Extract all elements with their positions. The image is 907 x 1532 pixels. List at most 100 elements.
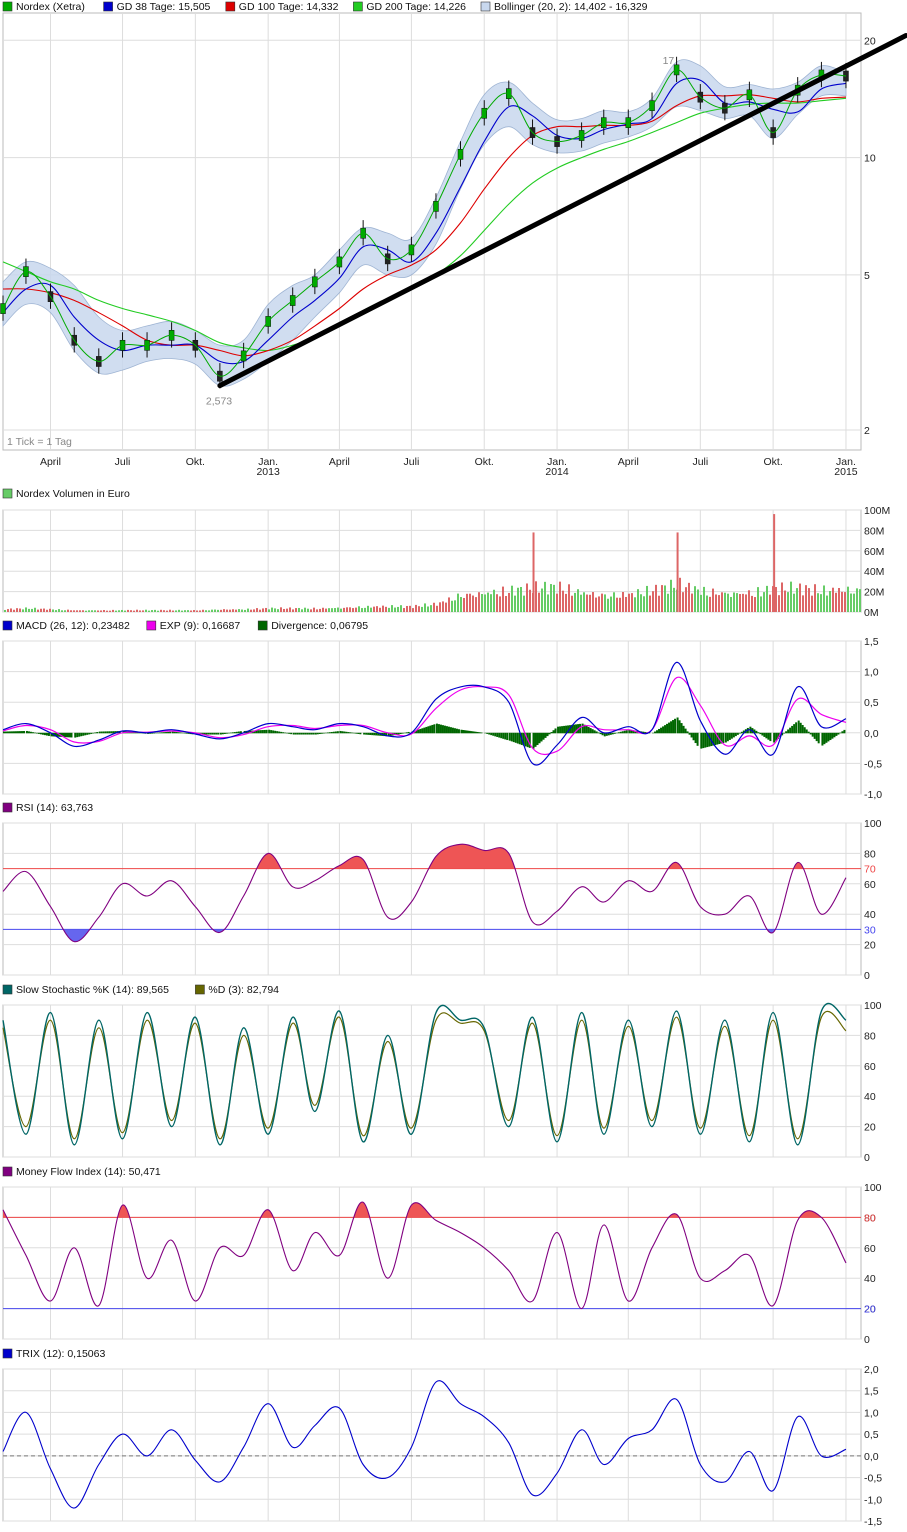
macd-divergence-bar xyxy=(326,732,329,734)
legend-label: GD 200 Tage: 14,226 xyxy=(366,1,466,13)
macd-divergence-bar xyxy=(841,731,844,734)
y-tick-label: 80 xyxy=(864,848,876,860)
volume-bar xyxy=(703,586,705,612)
macd-divergence-bar xyxy=(419,728,422,734)
macd-divergence-bar xyxy=(498,732,501,738)
macd-divergence-bar xyxy=(587,726,590,734)
macd-divergence-bar xyxy=(734,732,737,737)
volume-bar xyxy=(727,593,729,612)
volume-bar xyxy=(316,609,318,612)
volume-bar xyxy=(649,595,651,612)
macd-divergence-bar xyxy=(726,732,729,742)
macd-divergence-bar xyxy=(169,731,172,734)
volume-bar xyxy=(379,607,381,612)
macd-divergence-bar xyxy=(593,730,596,734)
volume-bar xyxy=(697,589,699,612)
volume-bar xyxy=(274,608,276,612)
volume-bar xyxy=(196,610,198,612)
macd-divergence-bar xyxy=(263,729,266,734)
volume-bar xyxy=(769,594,771,612)
macd-divergence-bar xyxy=(449,727,452,734)
macd-divergence-bar xyxy=(316,732,319,735)
volume-bar xyxy=(391,605,393,612)
y-tick-label: 0,5 xyxy=(864,697,879,709)
macd-divergence-bar xyxy=(831,732,834,739)
volume-bar xyxy=(364,607,366,612)
volume-bar xyxy=(49,608,51,612)
volume-bar xyxy=(544,581,546,612)
x-tick-label: April xyxy=(40,456,61,468)
macd-divergence-bar xyxy=(274,730,277,734)
macd-divergence-bar xyxy=(666,723,669,734)
macd-divergence-bar xyxy=(288,732,291,734)
rsi-frame xyxy=(2,822,862,976)
volume-bar xyxy=(319,608,321,612)
volume-bar xyxy=(127,609,129,612)
legend-label: GD 100 Tage: 14,332 xyxy=(239,1,339,13)
volume-bar xyxy=(208,610,210,612)
macd-divergence-bar xyxy=(455,728,458,734)
volume-bar xyxy=(604,594,606,612)
volume-bar xyxy=(388,607,390,612)
macd-divergence-bar xyxy=(821,732,824,746)
volume-bar xyxy=(481,593,483,612)
macd-divergence-bar xyxy=(88,732,91,735)
volume-bar xyxy=(421,606,423,612)
volume-bar xyxy=(583,592,585,612)
volume-bar xyxy=(37,609,39,612)
level-label: 80 xyxy=(864,1212,876,1224)
y-tick-label: 1,0 xyxy=(864,667,879,679)
macd-divergence-bar xyxy=(84,732,87,736)
volume-bar xyxy=(493,589,495,612)
volume-bar xyxy=(625,596,627,612)
macd-divergence-bar xyxy=(761,732,764,736)
macd-divergence-bar xyxy=(457,729,460,734)
macd-divergence-bar xyxy=(270,730,273,734)
macd-divergence-bar xyxy=(86,732,89,735)
macd-divergence-bar xyxy=(229,732,232,734)
macd-divergence-bar xyxy=(359,732,362,735)
volume-bar xyxy=(52,609,54,612)
volume-bar xyxy=(685,587,687,612)
legend-swatch xyxy=(353,1,363,12)
volume-bar xyxy=(94,610,96,612)
macd-divergence-bar xyxy=(417,729,420,734)
macd-divergence-bar xyxy=(373,732,376,736)
y-tick-label: 80 xyxy=(864,1030,876,1042)
macd-divergence-bar xyxy=(793,724,796,734)
macd-divergence-bar xyxy=(817,732,820,744)
x-tick-label: Okt. xyxy=(475,456,494,468)
volume-bar xyxy=(76,610,78,612)
volume-bar xyxy=(439,602,441,612)
volume-bar xyxy=(430,605,432,612)
volume-bar xyxy=(235,609,237,612)
mfi-frame xyxy=(2,1186,862,1340)
macd-divergence-bar xyxy=(13,731,15,734)
macd-divergence-bar xyxy=(494,732,497,737)
level-label: 70 xyxy=(864,864,876,876)
y-tick-label: 20 xyxy=(864,35,876,47)
volume-bar xyxy=(184,610,186,612)
volume-bar xyxy=(262,608,264,612)
volume-bar xyxy=(427,606,429,612)
volume-bar xyxy=(775,587,777,612)
volume-bar xyxy=(79,610,81,612)
volume-bar xyxy=(847,586,849,612)
volume-bar xyxy=(232,609,234,612)
volume-bar xyxy=(244,609,246,612)
macd-divergence-bar xyxy=(363,732,366,735)
volume-bar xyxy=(472,595,474,612)
macd-panel: MACD (26, 12): 0,23482 EXP (9): 0,16687 Di… xyxy=(2,620,882,801)
macd-divergence-bar xyxy=(294,732,297,735)
macd-divergence-bar xyxy=(302,732,305,735)
volume-bar xyxy=(457,593,459,612)
macd-divergence-bar xyxy=(441,725,444,734)
macd-divergence-bar xyxy=(282,732,285,734)
x-tick-year: 2015 xyxy=(834,466,858,478)
macd-divergence-bar xyxy=(550,732,553,734)
volume-bar xyxy=(682,592,684,612)
volume-bar xyxy=(715,594,717,612)
volume-bar xyxy=(757,587,759,612)
volume-bar xyxy=(343,607,345,612)
macd-divergence-bar xyxy=(682,725,685,734)
